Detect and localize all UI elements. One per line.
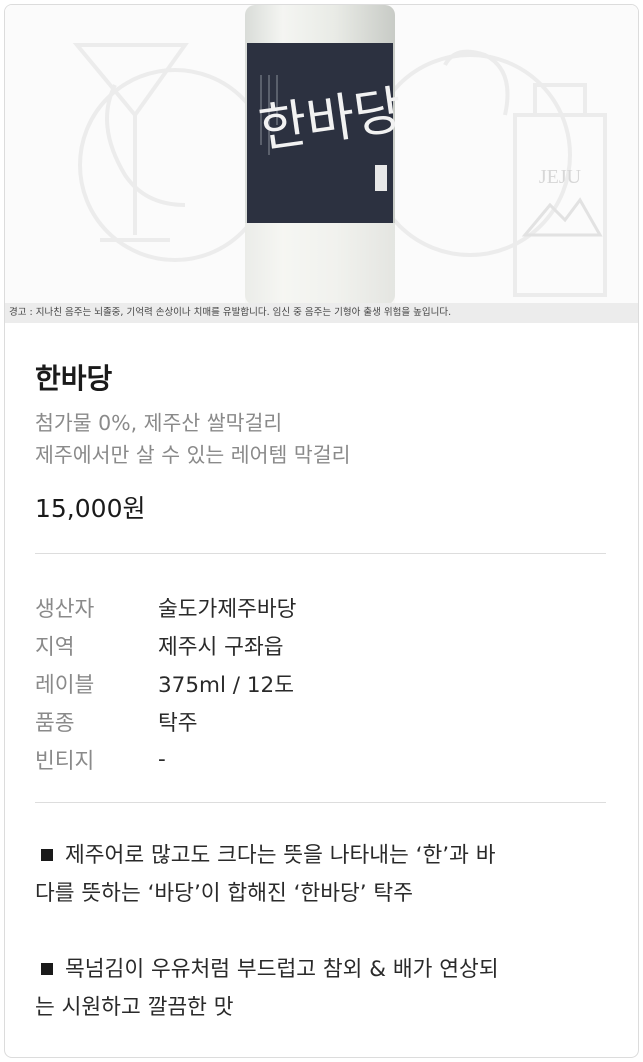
description-paragraph-2: 목넘김이 우유처럼 부드럽고 참외 & 배가 연상되 는 시원하고 깔끔한 맛 <box>35 951 607 1027</box>
spec-value: - <box>158 746 166 772</box>
divider-top <box>35 553 606 554</box>
jeju-mark: JEJU <box>539 166 582 188</box>
description-text: 는 시원하고 깔끔한 맛 <box>35 995 234 1020</box>
spec-row-label: 레이블 375ml / 12도 <box>35 664 606 702</box>
product-image: JEJU 한바당 경고 : 지나친 음주는 뇌졸중, 기억력 손상이나 치매를 … <box>5 5 638 323</box>
spec-label: 생산자 <box>35 596 95 622</box>
spec-value: 술도가제주바당 <box>158 596 297 622</box>
spec-list: 생산자 술도가제주바당 지역 제주시 구좌읍 레이블 375ml / 12도 품… <box>35 588 606 778</box>
description-text: 제주어로 많고도 크다는 뜻을 나타내는 ‘한’과 바 <box>65 843 496 868</box>
spec-label: 레이블 <box>35 672 95 698</box>
spec-row-variety: 품종 탁주 <box>35 702 606 740</box>
product-title: 한바당 <box>35 362 113 395</box>
description-paragraph-1: 제주어로 많고도 크다는 뜻을 나타내는 ‘한’과 바 다를 뜻하는 ‘바당’이… <box>35 837 607 913</box>
spec-value: 375ml / 12도 <box>158 672 295 698</box>
spec-label: 빈티지 <box>35 748 95 774</box>
description-line: 목넘김이 우유처럼 부드럽고 참외 & 배가 연상되 <box>35 951 607 989</box>
spec-value: 탁주 <box>158 710 198 736</box>
bullet-icon <box>41 848 53 861</box>
description-text: 다를 뜻하는 ‘바당’이 합해진 ‘한바당’ 탁주 <box>35 881 413 906</box>
product-price: 15,000원 <box>35 494 146 523</box>
bullet-icon <box>41 962 53 975</box>
health-warning: 경고 : 지나친 음주는 뇌졸중, 기억력 손상이나 치매를 유발합니다. 임신… <box>5 303 638 323</box>
spec-row-producer: 생산자 술도가제주바당 <box>35 588 606 626</box>
product-subtitle: 첨가물 0%, 제주산 쌀막걸리 제주에서만 살 수 있는 레어템 막걸리 <box>35 407 350 471</box>
spec-value: 제주시 구좌읍 <box>158 634 284 660</box>
spec-label: 품종 <box>35 710 75 736</box>
divider-bottom <box>35 802 606 803</box>
spec-row-region: 지역 제주시 구좌읍 <box>35 626 606 664</box>
product-card: JEJU 한바당 경고 : 지나친 음주는 뇌졸중, 기억력 손상이나 치매를 … <box>4 4 639 1058</box>
spec-row-vintage: 빈티지 - <box>35 740 606 778</box>
subtitle-line-1: 첨가물 0%, 제주산 쌀막걸리 <box>35 411 283 435</box>
subtitle-line-2: 제주에서만 살 수 있는 레어템 막걸리 <box>35 443 351 467</box>
description-line: 제주어로 많고도 크다는 뜻을 나타내는 ‘한’과 바 <box>35 837 607 875</box>
bottle-image: 한바당 <box>245 5 399 305</box>
description-text: 목넘김이 우유처럼 부드럽고 참외 & 배가 연상되 <box>65 957 499 982</box>
spec-label: 지역 <box>35 634 75 660</box>
